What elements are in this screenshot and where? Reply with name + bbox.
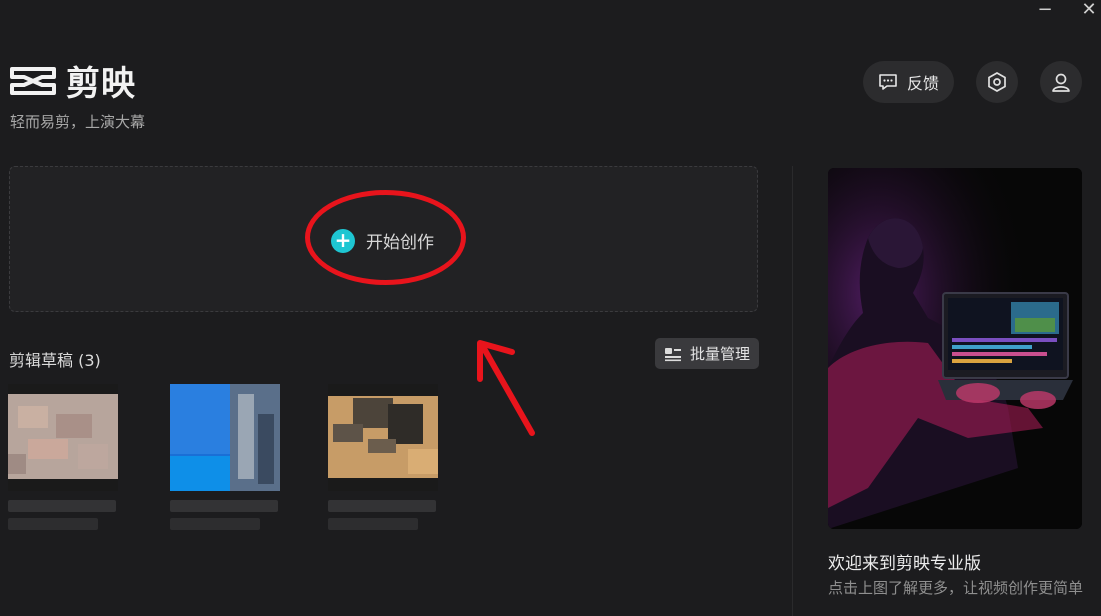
user-icon xyxy=(1052,73,1070,92)
draft-name-placeholder xyxy=(170,500,278,512)
list-manage-icon xyxy=(664,347,681,361)
annotation-ellipse xyxy=(305,190,466,285)
settings-button[interactable] xyxy=(976,61,1018,103)
promo-title: 欢迎来到剪映专业版 xyxy=(828,554,981,574)
draft-info-placeholder xyxy=(170,518,260,530)
feedback-button[interactable]: 反馈 xyxy=(863,61,954,103)
minimize-button[interactable]: − xyxy=(1028,0,1062,20)
close-button[interactable]: ✕ xyxy=(1072,0,1101,20)
chat-bubble-icon xyxy=(879,74,897,90)
account-button[interactable] xyxy=(1040,61,1082,103)
draft-thumbnail[interactable] xyxy=(328,384,438,491)
draft-name-placeholder xyxy=(8,500,116,512)
batch-manage-label: 批量管理 xyxy=(689,345,750,363)
annotation-arrow xyxy=(477,340,535,436)
feedback-label: 反馈 xyxy=(906,74,939,93)
capcut-logo-icon xyxy=(10,66,56,95)
draft-thumbnail[interactable] xyxy=(8,384,118,491)
draft-thumbnail[interactable] xyxy=(170,384,280,491)
draft-info-placeholder xyxy=(8,518,98,530)
hexagon-settings-icon xyxy=(988,72,1006,92)
drafts-title: 剪辑草稿 (3) xyxy=(9,351,101,370)
promo-illustration xyxy=(828,168,1082,529)
app-name: 剪映 xyxy=(66,64,136,104)
draft-preview-image xyxy=(328,384,438,491)
app-logo: 剪映 xyxy=(8,56,136,105)
panel-divider xyxy=(792,166,793,616)
promo-description: 点击上图了解更多，让视频创作更简单 xyxy=(828,579,1084,597)
promo-banner-image[interactable] xyxy=(828,168,1082,529)
draft-name-placeholder xyxy=(328,500,436,512)
app-tagline: 轻而易剪，上演大幕 xyxy=(10,113,146,131)
draft-preview-image xyxy=(170,384,280,491)
batch-manage-button[interactable]: 批量管理 xyxy=(655,338,759,369)
draft-info-placeholder xyxy=(328,518,418,530)
draft-preview-image xyxy=(8,384,118,491)
